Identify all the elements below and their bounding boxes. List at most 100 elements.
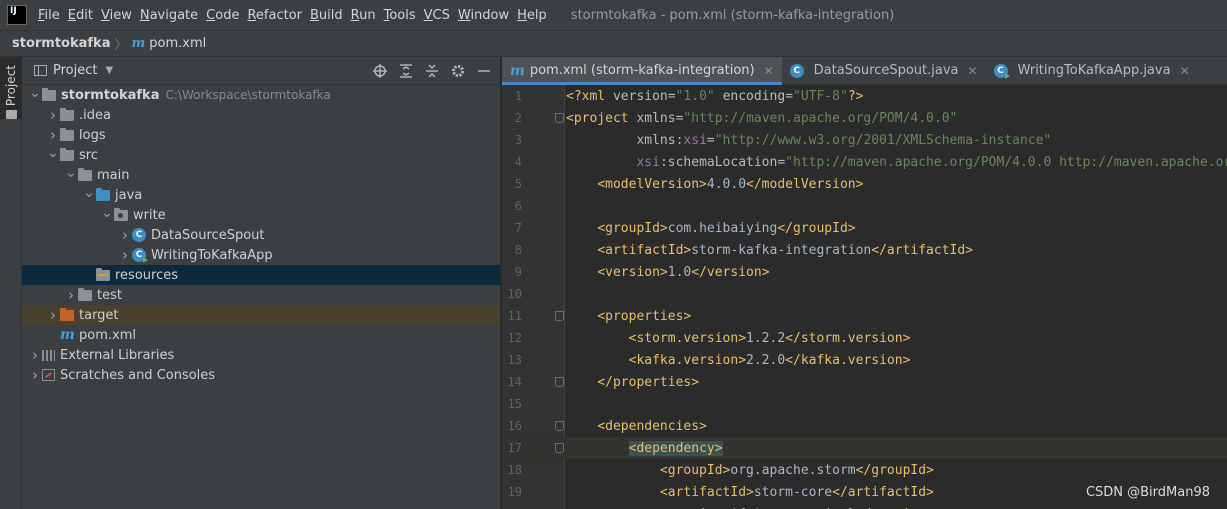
menu-mnemonic: R	[350, 7, 360, 23]
java-class-icon: C	[789, 63, 804, 78]
tree-item-label: resources	[115, 267, 179, 283]
line-number: 5	[514, 177, 522, 191]
tree-item-label: External Libraries	[60, 347, 175, 363]
code-line: 16 <dependencies>	[502, 415, 1227, 437]
chevron-right-icon[interactable]: ›	[118, 226, 132, 244]
menu-navigate[interactable]: Navigate	[136, 8, 202, 23]
chevron-right-icon[interactable]: ›	[28, 346, 42, 364]
chevron-down-icon[interactable]: ⌄	[82, 185, 96, 201]
breadcrumb-project[interactable]: stormtokafka	[12, 36, 110, 51]
tree-item-pom-xml[interactable]: m pom.xml	[22, 325, 500, 345]
menu-view[interactable]: View	[97, 8, 136, 23]
code-line-text: <version>1.0</version>	[566, 264, 769, 280]
close-icon[interactable]: ✕	[764, 64, 774, 78]
code-line: 6	[502, 195, 1227, 217]
line-number: 2	[514, 111, 522, 125]
intellij-logo-icon[interactable]: IJ	[7, 5, 27, 25]
tree-item-datasourcespout[interactable]: › C DataSourceSpout	[22, 225, 500, 245]
code-token: </groupId>	[777, 220, 856, 236]
chevron-right-icon[interactable]: ›	[118, 246, 132, 264]
code-token: xmlns	[636, 132, 676, 148]
menu-edit[interactable]: Edit	[64, 8, 97, 23]
folder-icon	[60, 147, 74, 161]
fold-marker-icon[interactable]	[555, 377, 564, 387]
fold-marker-icon[interactable]	[555, 421, 564, 431]
close-icon[interactable]: ✕	[1180, 64, 1190, 78]
code-token: </modelVersion>	[746, 176, 864, 192]
tree-item-stormtokafka[interactable]: ⌄ stormtokafka C:\Workspace\stormtokafka	[22, 85, 500, 105]
code-line-text: <properties>	[566, 309, 691, 324]
code-area[interactable]: 1 <?xml version="1.0" encoding="UTF-8"?> 2…	[502, 85, 1227, 509]
folder-icon	[78, 287, 92, 301]
tree-item-target[interactable]: › target	[22, 305, 500, 325]
chevron-down-icon[interactable]: ⌄	[64, 165, 78, 181]
tree-item-test[interactable]: › test	[22, 285, 500, 305]
breadcrumb-file[interactable]: pom.xml	[149, 36, 206, 51]
chevron-down-icon[interactable]: ⌄	[28, 85, 42, 101]
fold-marker-icon[interactable]	[555, 113, 564, 123]
tree-item-logs[interactable]: › logs	[22, 125, 500, 145]
line-number: 11	[507, 309, 522, 323]
tree-item-src[interactable]: ⌄ src	[22, 145, 500, 165]
java-runnable-class-icon: C	[993, 63, 1010, 79]
code-token: <kafka.version>	[628, 352, 747, 368]
tree-item-label: logs	[79, 127, 106, 143]
close-icon[interactable]: ✕	[968, 64, 978, 78]
chevron-right-icon[interactable]: ›	[46, 126, 60, 144]
tree-item-resources[interactable]: resources	[22, 265, 500, 285]
menu-refactor[interactable]: Refactor	[243, 8, 306, 23]
menu-help[interactable]: Help	[513, 8, 551, 23]
chevron-down-icon[interactable]: ▼	[105, 65, 113, 76]
chevron-right-icon[interactable]: ›	[46, 106, 60, 124]
chevron-right-icon[interactable]: ›	[64, 286, 78, 304]
code-token: 4.0.0	[706, 176, 747, 192]
code-line-text: <?xml version="1.0" encoding="UTF-8"?>	[566, 89, 863, 104]
gear-icon[interactable]	[450, 63, 466, 79]
chevron-down-icon[interactable]: ⌄	[100, 205, 114, 221]
menu-window[interactable]: Window	[454, 8, 513, 23]
code-token: </properties>	[597, 374, 700, 390]
project-tool-tab[interactable]: Project	[0, 57, 22, 119]
menu-file[interactable]: File	[34, 8, 64, 23]
tree-item-external-libraries[interactable]: › External Libraries	[22, 345, 500, 365]
editor-tab-writingtokafkaapp-java[interactable]: C WritingToKafkaApp.java ✕	[986, 57, 1198, 84]
tree-item-write[interactable]: ⌄ write	[22, 205, 500, 225]
code-token: 1.0	[667, 264, 692, 280]
locate-icon[interactable]	[372, 63, 388, 79]
tree-item-main[interactable]: ⌄ main	[22, 165, 500, 185]
menu-code[interactable]: Code	[202, 8, 243, 23]
menu-label-rest: CS	[432, 7, 450, 23]
collapse-all-icon[interactable]	[424, 63, 440, 79]
tree-item--idea[interactable]: › .idea	[22, 105, 500, 125]
line-number: 9	[514, 265, 522, 279]
menu-vcs[interactable]: VCS	[420, 8, 454, 23]
tree-item-writingtokafkaapp[interactable]: › C WritingToKafkaApp	[22, 245, 500, 265]
code-line: 9 <version>1.0</version>	[502, 261, 1227, 283]
code-line-text: <artifactId>storm-kafka-integration</art…	[566, 243, 973, 258]
tree-item-scratches-and-consoles[interactable]: › Scratches and Consoles	[22, 365, 500, 385]
code-token: <artifactId>	[597, 242, 692, 258]
fold-marker-icon[interactable]	[555, 311, 564, 321]
chevron-right-icon[interactable]: ›	[46, 306, 60, 324]
editor-tab-datasourcespout-java[interactable]: C DataSourceSpout.java ✕	[782, 57, 986, 84]
line-number: 19	[507, 485, 522, 499]
menu-run[interactable]: Run	[347, 8, 380, 23]
code-token: "1.0"	[675, 88, 715, 104]
menu-build[interactable]: Build	[306, 8, 347, 23]
chevron-down-icon[interactable]: ⌄	[46, 145, 60, 161]
chevron-right-icon[interactable]: ›	[28, 366, 42, 384]
code-line: 18 <groupId>org.apache.storm</groupId>	[502, 459, 1227, 481]
project-panel-title[interactable]: Project	[53, 63, 97, 78]
menu-tools[interactable]: Tools	[380, 8, 420, 23]
expand-all-icon[interactable]	[398, 63, 414, 79]
code-token: "UTF-8"	[793, 88, 848, 104]
editor-tab-pom-xml[interactable]: m pom.xml (storm-kafka-integration) ✕	[502, 57, 782, 85]
fold-marker-icon[interactable]	[555, 443, 564, 453]
maven-file-icon: m	[510, 62, 525, 79]
tree-item-java[interactable]: ⌄ java	[22, 185, 500, 205]
minimize-icon[interactable]	[476, 63, 492, 79]
